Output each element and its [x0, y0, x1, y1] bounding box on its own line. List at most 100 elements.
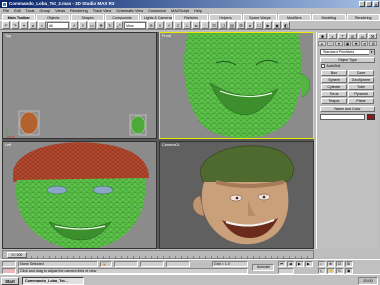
goto-start-icon[interactable]: ⏮: [278, 261, 286, 267]
checkbox-icon[interactable]: [321, 64, 325, 68]
zoom-icon[interactable]: ⌕: [318, 261, 326, 267]
title-bar: Commando_Loba_Tst_2.max - 3D Studio MAX …: [0, 0, 380, 8]
previous-frame-icon[interactable]: ◀: [287, 261, 295, 267]
helpers-icon[interactable]: ✚: [352, 41, 360, 46]
box-button[interactable]: Box: [321, 70, 347, 76]
autogrid-checkbox[interactable]: AutoGrid: [321, 64, 374, 68]
taskbar-item-3dsmax[interactable]: Commando_Loba_Tst...: [22, 276, 84, 285]
lock-selection-icon[interactable]: 🔒: [100, 261, 112, 267]
geosphere-button[interactable]: GeoSphere: [348, 77, 374, 83]
viewport-label[interactable]: Left: [5, 143, 11, 147]
time-slider-track: 0 / 100: [2, 250, 314, 259]
grid-size-readout: Grid = 1.0: [212, 261, 248, 267]
motion-tab-icon[interactable]: ◎: [348, 33, 357, 39]
window-title: Commando_Loba_Tst_2.max - 3D Studio MAX …: [9, 1, 115, 6]
sphere-button[interactable]: Sphere: [321, 77, 347, 83]
next-frame-icon[interactable]: ▶: [305, 261, 313, 267]
start-button[interactable]: Start: [1, 276, 19, 285]
undo-icon[interactable]: ↶: [2, 21, 10, 29]
tube-button[interactable]: Tube: [348, 84, 374, 90]
link-icon[interactable]: ⚭: [20, 21, 28, 29]
z-coordinate-field[interactable]: [166, 261, 190, 267]
create-tab-icon[interactable]: ✱: [318, 33, 327, 39]
shapes-icon[interactable]: ◠: [326, 41, 335, 46]
axis-x-icon[interactable]: X: [156, 21, 164, 29]
object-name-input[interactable]: [320, 114, 365, 120]
plane-button[interactable]: Plane: [348, 98, 374, 104]
bind-space-warp-icon[interactable]: ≈: [38, 21, 46, 29]
object-type-rollout[interactable]: Object Type: [320, 57, 375, 63]
close-button[interactable]: ×: [373, 1, 379, 7]
redo-icon[interactable]: ↷: [11, 21, 19, 29]
cone-button[interactable]: Cone: [348, 70, 374, 76]
zoom-all-icon[interactable]: ⊕: [327, 261, 335, 267]
status-bar: None Selected 🔒 Grid = 1.0 Click and dra…: [0, 259, 380, 274]
left-view-scene: [13, 142, 149, 248]
teapot-button[interactable]: Teapot: [321, 98, 347, 104]
align-icon[interactable]: ⊟: [210, 21, 218, 29]
animate-button[interactable]: Animate: [252, 264, 274, 271]
select-scale-icon[interactable]: ⤢: [115, 21, 123, 29]
taskbar-clock: 20:00: [358, 276, 378, 285]
render-last-icon[interactable]: ◧: [282, 21, 290, 29]
cylinder-button[interactable]: Cylinder: [321, 84, 347, 90]
schematic-view-icon[interactable]: ⊞: [237, 21, 245, 29]
unlink-icon[interactable]: ⌀: [29, 21, 37, 29]
viewport-label[interactable]: Camera01: [162, 143, 180, 147]
viewport-area: Top Front Left Camera01: [2, 32, 314, 249]
modify-tab-icon[interactable]: ◐: [328, 33, 337, 39]
selection-status: None Selected: [18, 261, 98, 267]
zoom-extents-icon[interactable]: ⊡: [336, 261, 344, 267]
quick-render-icon[interactable]: ▶: [264, 21, 272, 29]
axis-y-icon[interactable]: Y: [165, 21, 173, 29]
select-move-icon[interactable]: ✥: [97, 21, 105, 29]
time-slider[interactable]: 0 / 100: [7, 252, 27, 258]
autogrid-label: AutoGrid: [326, 64, 341, 68]
systems-icon[interactable]: ⚙: [369, 41, 378, 46]
named-selection-icon[interactable]: ❏: [219, 21, 227, 29]
axis-xy-icon[interactable]: ⊥: [183, 21, 191, 29]
space-warps-icon[interactable]: ≋: [360, 41, 369, 46]
utilities-tab-icon[interactable]: ⚒: [368, 33, 377, 39]
track-view-icon[interactable]: ▤: [228, 21, 236, 29]
axis-z-icon[interactable]: Z: [174, 21, 182, 29]
viewport-left[interactable]: Left: [2, 141, 157, 249]
category-dropdown[interactable]: Standard Primitives ▼: [320, 49, 375, 55]
geometry-icon[interactable]: ●: [318, 41, 326, 46]
play-icon[interactable]: ▶: [296, 261, 304, 267]
pyramid-button[interactable]: Pyramid: [348, 91, 374, 97]
category-value: Standard Primitives: [323, 50, 355, 54]
render-type-icon[interactable]: ▣: [273, 21, 281, 29]
chevron-down-icon[interactable]: ▼: [369, 50, 374, 55]
zoom-extents-all-icon[interactable]: ⊞: [345, 261, 353, 267]
display-tab-icon[interactable]: ▭: [358, 33, 367, 39]
viewport-front[interactable]: Front: [159, 32, 314, 139]
viewport-top[interactable]: Top: [2, 32, 157, 139]
reference-coordinate-dropdown[interactable]: View: [124, 21, 146, 29]
x-coordinate-field[interactable]: [114, 261, 138, 267]
minimize-button[interactable]: _: [359, 1, 365, 7]
maxscript-listener-icon[interactable]: [2, 261, 16, 267]
app-icon[interactable]: [2, 1, 7, 7]
viewport-camera[interactable]: Camera01: [159, 141, 314, 249]
select-object-icon[interactable]: ➚: [70, 21, 78, 29]
name-and-color-rollout[interactable]: Name and Color: [320, 106, 375, 112]
material-editor-icon[interactable]: ●: [246, 21, 254, 29]
array-icon[interactable]: ⋮: [201, 21, 209, 29]
object-color-swatch[interactable]: [367, 114, 375, 120]
viewport-label[interactable]: Front: [162, 34, 171, 38]
select-by-name-icon[interactable]: ≡: [79, 21, 87, 29]
pivot-center-icon[interactable]: ⊕: [147, 21, 155, 29]
hierarchy-tab-icon[interactable]: ⊤: [338, 33, 347, 39]
render-scene-icon[interactable]: ☐: [255, 21, 263, 29]
selection-filter-dropdown[interactable]: All: [47, 21, 69, 29]
mirror-icon[interactable]: ⇋: [192, 21, 200, 29]
region-select-icon[interactable]: ▭: [88, 21, 96, 29]
lights-icon[interactable]: ✷: [335, 41, 343, 46]
select-rotate-icon[interactable]: ↻: [106, 21, 114, 29]
viewport-label[interactable]: Top: [5, 34, 11, 38]
maximize-button[interactable]: □: [366, 1, 372, 7]
cameras-icon[interactable]: ▣: [343, 41, 352, 46]
torus-button[interactable]: Torus: [321, 91, 347, 97]
y-coordinate-field[interactable]: [140, 261, 164, 267]
